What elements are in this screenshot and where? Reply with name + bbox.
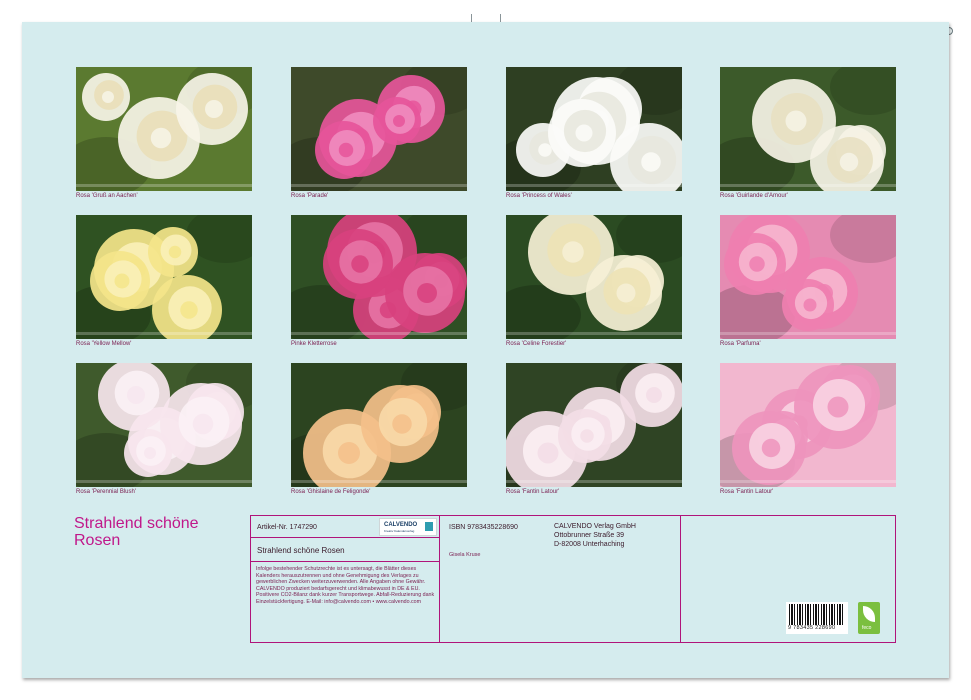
logo-mark-icon [425,522,433,531]
rose-photo [291,363,467,487]
calendar-title: Strahlend schöne Rosen [74,515,199,549]
rose-photo [76,215,252,339]
rose-photo [720,363,896,487]
photo-caption: Rosa 'Yellow Mellow' [76,341,132,347]
barcode-number: 9 783435 228690 [788,625,836,631]
photo-caption: Rosa 'Gruß an Aachen' [76,193,138,199]
publisher-address: CALVENDO Verlag GmbH Ottobrunner Straße … [554,522,636,549]
legal-text: Infolge bestehender Schutzrechte ist es … [256,566,435,605]
publisher-city: D-82008 Unterhaching [554,541,625,548]
eco-label: feco [862,625,872,631]
photo-caption: Rosa 'Celine Forestier' [506,341,567,347]
logo-text: CALVENDO [384,522,418,528]
photo-caption: Rosa 'Princess of Wales' [506,193,572,199]
divider-row-2 [251,561,439,562]
rose-photo [506,363,682,487]
photo-caption: Rosa 'Fantin Latour' [506,489,560,495]
leaf-icon [863,606,875,622]
title-line-1: Strahlend schöne [74,515,199,532]
rose-photo [76,67,252,191]
isbn-barcode: 9 783435 228690 [786,602,848,634]
isbn: ISBN 9783435228690 [449,524,518,531]
photo-caption: Pinke Kletterrose [291,341,337,347]
photo-caption: Rosa 'Ghislaine de Feligonde' [291,489,371,495]
article-number: Artikel-Nr. 1747290 [257,524,317,531]
divider-2 [680,516,681,642]
rose-photo [506,67,682,191]
calendar-subtitle: Strahlend schöne Rosen [257,546,345,555]
photo-caption: Rosa 'Perennial Blush' [76,489,136,495]
rose-photo [720,67,896,191]
logo-subtext: Kreativ Kalenderverlag [384,529,415,533]
rose-photo [291,67,467,191]
rose-photo [291,215,467,339]
eco-badge: feco [858,602,880,634]
photo-caption: Rosa 'Parfuma' [720,341,761,347]
publisher-name: CALVENDO Verlag GmbH [554,523,636,530]
author: Gisela Kruse [449,552,481,558]
barcode-bars [789,604,845,625]
rose-photo [720,215,896,339]
photo-caption: Rosa 'Guirlande d'Amour' [720,193,788,199]
rose-photo [506,215,682,339]
publisher-street: Ottobrunner Straße 39 [554,532,625,539]
divider-1 [439,516,440,642]
rose-photo [76,363,252,487]
photo-caption: Rosa 'Fantin Latour' [720,489,774,495]
photo-caption: Rosa 'Parade' [291,193,329,199]
title-line-2: Rosen [74,532,121,549]
calvendo-logo: CALVENDO Kreativ Kalenderverlag [379,518,437,536]
divider-row-1 [251,537,439,538]
